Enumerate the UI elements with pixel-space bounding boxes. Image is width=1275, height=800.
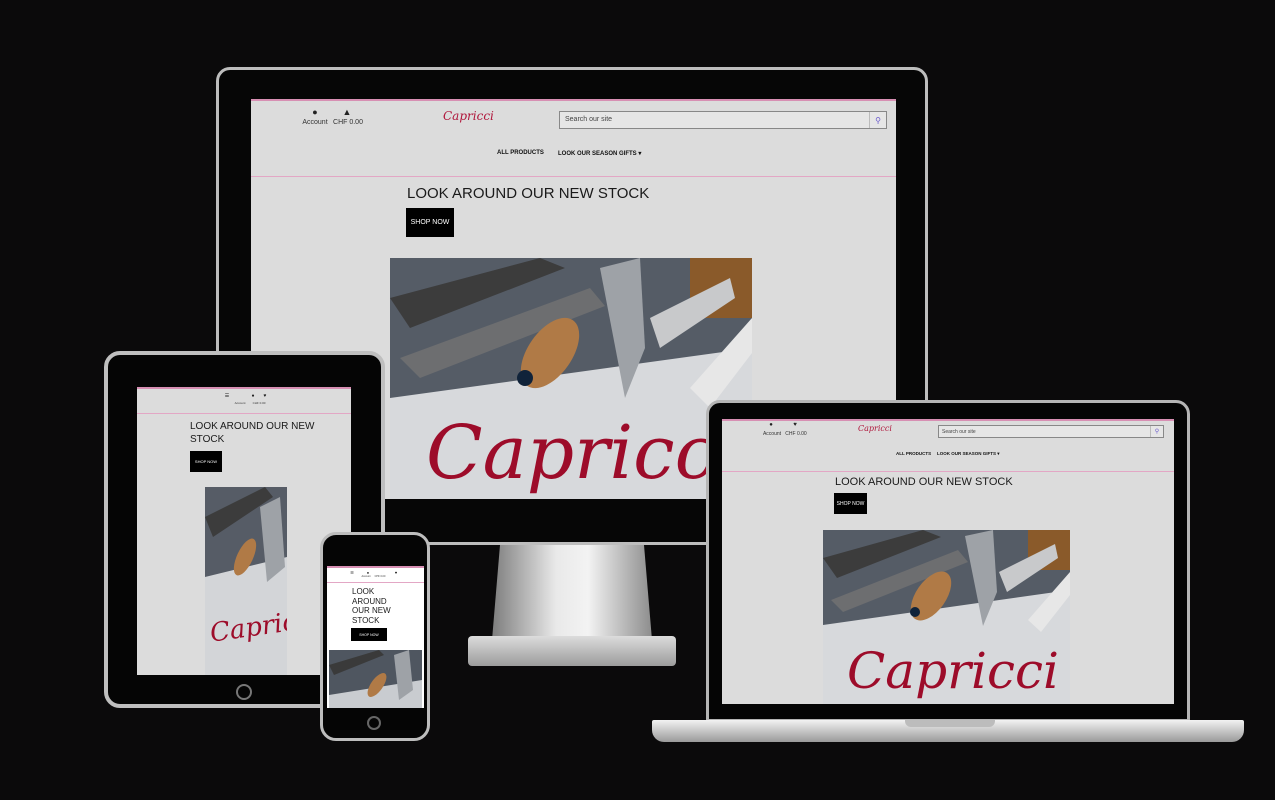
hero-heading-line: LOOK AROUND OUR NEW [190,421,315,432]
search-input[interactable]: Search our site ⚲ [559,111,887,129]
cart-total[interactable]: CHF 0.00 [373,575,387,578]
user-icon[interactable]: ● [249,393,257,399]
shop-now-button[interactable]: SHOP NOW [351,628,387,641]
hero-heading: LOOK AROUND OUR NEW STOCK [407,185,650,202]
user-icon[interactable]: ● [307,107,323,117]
hero-image: Capricci [205,487,287,675]
tools-illustration: Capricci [823,530,1070,704]
search-icon[interactable]: ⚲ [869,112,886,128]
hero-image [329,650,422,708]
menu-icon[interactable]: ☰ [349,570,355,575]
tablet-screen: ☰ Account ● CHF 0.00 ♥ LOOK AROUND OUR N… [137,387,351,675]
nav-season-gifts[interactable]: LOOK OUR SEASON GIFTS ▾ [558,150,641,157]
nav-season-gifts-label: LOOK OUR SEASON GIFTS [558,151,637,157]
nav-season-gifts[interactable]: LOOK OUR SEASON GIFTS ▾ [937,451,1000,457]
hero-heading: LOOK AROUND OUR NEW STOCK [352,587,391,625]
nav-all-products[interactable]: ALL PRODUCTS [896,451,931,456]
search-icon[interactable]: ⚲ [1150,426,1163,437]
cart-total[interactable]: CHF 0.00 [784,431,808,437]
monitor-stand [492,545,652,640]
laptop-site-header: ● Account ♥ CHF 0.00 Capricci Search our… [722,419,1174,472]
search-placeholder: Search our site [565,116,613,123]
cart-icon[interactable]: ▲ [339,107,355,117]
hero-heading: LOOK AROUND OUR NEW STOCK [835,476,1013,488]
hero-script-text: Capricci [847,642,1059,700]
user-icon[interactable]: ● [766,422,776,428]
hero-heading: LOOK AROUND OUR NEW STOCK [190,420,314,446]
nav-all-products[interactable]: ALL PRODUCTS [497,150,544,156]
phone-screen: ☰ Account ● CHF 0.00 ♥ LOOK AROUND OUR N… [327,566,424,708]
account-link[interactable]: Account [359,575,373,578]
shop-now-button[interactable]: SHOP NOW [190,451,222,472]
shop-now-button[interactable]: SHOP NOW [834,493,867,514]
tablet-home-button [236,684,252,700]
monitor-stand-base [468,636,676,666]
cart-icon[interactable]: ♥ [790,422,800,428]
chevron-down-icon: ▾ [638,151,642,157]
chevron-down-icon: ▾ [997,451,1000,456]
brand-logo[interactable]: Capricci [443,109,494,123]
laptop-notch [905,720,995,727]
tools-illustration [329,650,422,708]
tools-illustration: Capricci [390,258,752,499]
hero-image: Capricci [823,530,1070,704]
hero-heading-line: STOCK [352,615,380,625]
shop-now-button[interactable]: SHOP NOW [406,208,454,237]
account-link[interactable]: Account [760,431,784,437]
menu-icon[interactable]: ☰ [223,393,231,399]
hero-heading-line: LOOK [352,587,375,596]
cart-icon[interactable]: ♥ [393,570,399,575]
user-icon[interactable]: ● [365,570,371,575]
hero-script-text: Capricci [426,410,740,496]
phone-site-header: ☰ Account ● CHF 0.00 ♥ [327,566,424,583]
nav-season-gifts-label: LOOK OUR SEASON GIFTS [937,451,997,456]
tablet-site-header: ☰ Account ● CHF 0.00 ♥ [137,387,351,414]
cart-total[interactable]: CHF 0.00 [331,119,365,126]
search-placeholder: Search our site [942,429,976,435]
cart-icon[interactable]: ♥ [261,393,269,399]
hero-heading-line: OUR NEW [352,606,391,615]
tools-illustration: Capricci [205,487,287,675]
search-input[interactable]: Search our site ⚲ [938,425,1164,438]
brand-logo[interactable]: Capricci [858,424,892,433]
hero-heading-line: AROUND [352,596,387,606]
hero-heading-line: STOCK [190,434,225,445]
account-link[interactable]: Account [297,119,333,126]
laptop-screen: ● Account ♥ CHF 0.00 Capricci Search our… [722,419,1174,704]
phone-home-button [367,716,381,730]
account-link[interactable]: Account [231,401,249,405]
desktop-site-header: ● Account ▲ CHF 0.00 Capricci Search our… [251,99,896,177]
hero-image: Capricci [390,258,752,499]
cart-total[interactable]: CHF 0.00 [250,401,268,405]
